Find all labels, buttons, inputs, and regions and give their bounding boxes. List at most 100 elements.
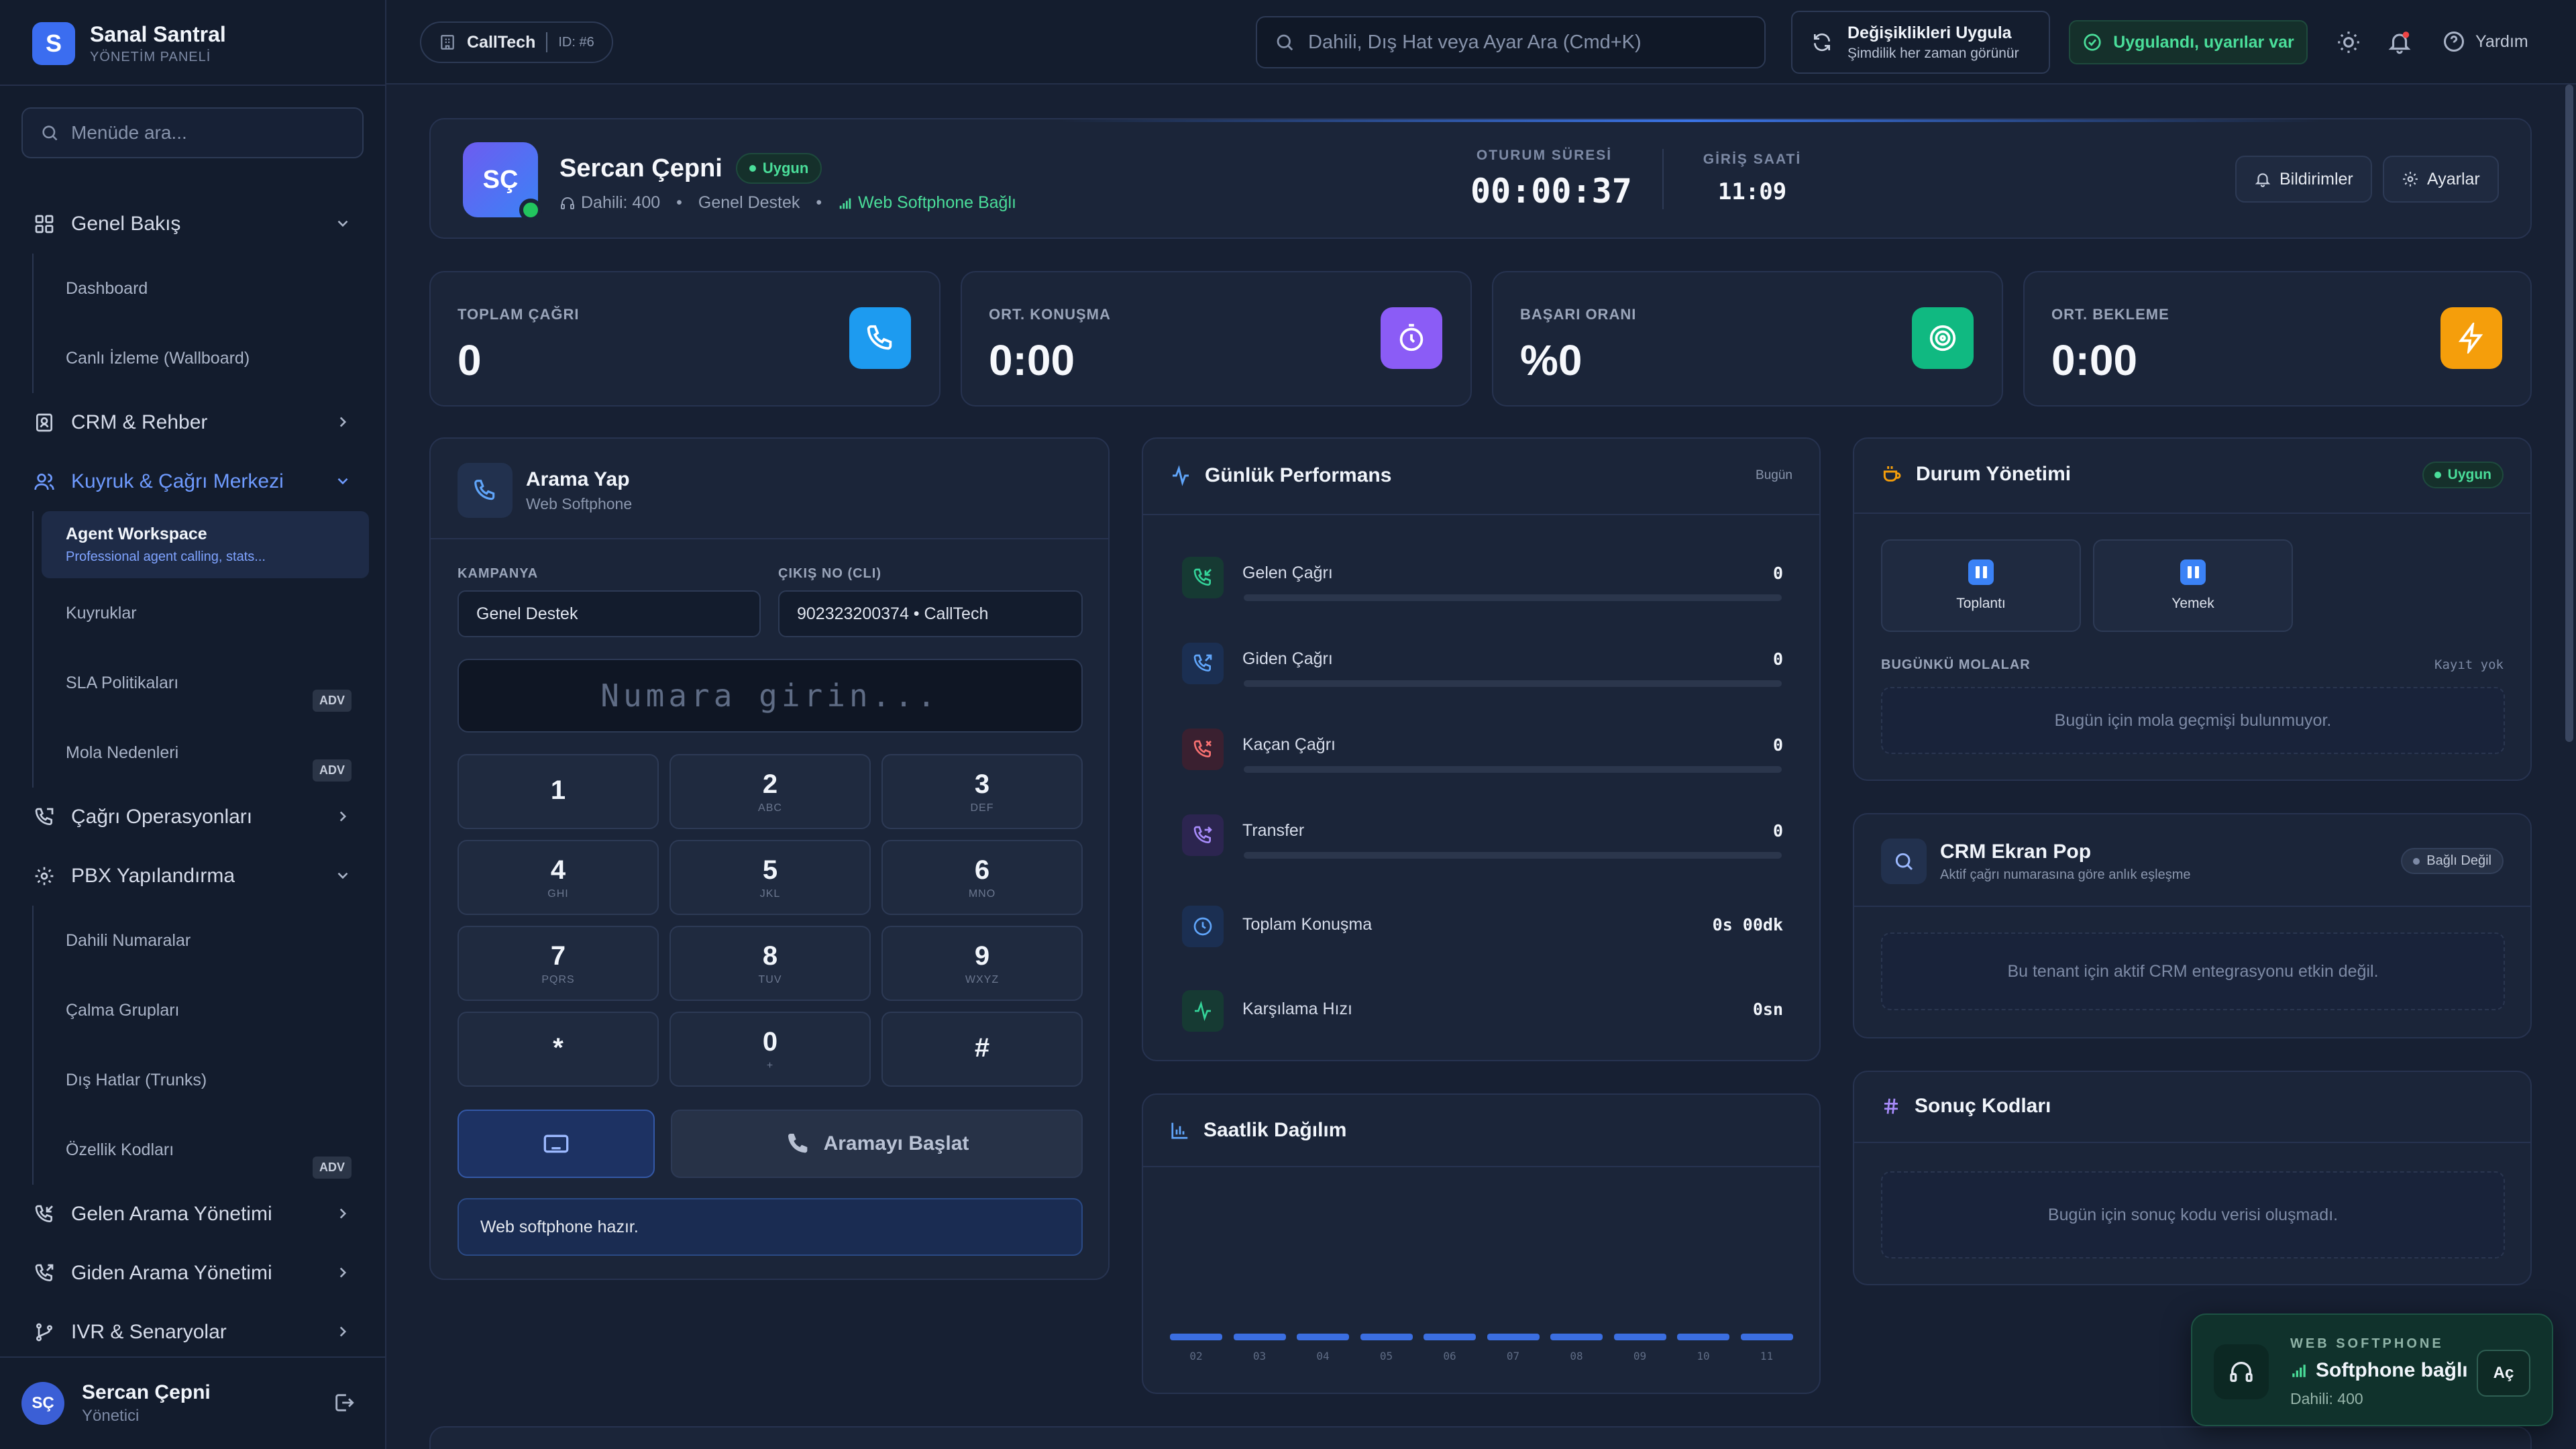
branch-icon [36, 1323, 52, 1342]
keypad-key[interactable]: 8 TUV [669, 926, 871, 1001]
chevron-right-icon [339, 1326, 347, 1337]
cli-select[interactable]: 902323200374 • CallTech [778, 590, 1083, 637]
softphone-status-text: Web Softphone Bağlı [858, 193, 1016, 212]
grid-icon [35, 215, 54, 233]
brand[interactable]: S Sanal Santral YÖNETİM PANELİ [32, 20, 226, 67]
bar-chart-icon [1171, 1122, 1188, 1139]
chevron-right-icon [339, 811, 347, 822]
agent-name-row: Sercan Çepni Uygun [559, 153, 822, 184]
nav-group-gelen-arama[interactable]: Gelen Arama Yönetimi [0, 1185, 386, 1244]
user-name: Sercan Çepni [82, 1381, 211, 1403]
keyboard-toggle-button[interactable] [458, 1110, 655, 1178]
keypad-key[interactable]: # [881, 1012, 1083, 1087]
keypad-letters: TUV [758, 973, 782, 985]
sidebar-item-ozellik-kodlari[interactable]: Özellik Kodları ADV [34, 1115, 386, 1185]
scrollbar[interactable] [2565, 85, 2573, 742]
perf-value: 0 [1772, 821, 1783, 841]
sidebar-item-mola-nedenleri[interactable]: Mola Nedenleri ADV [34, 718, 386, 788]
open-softphone-button[interactable]: Aç [2477, 1350, 2530, 1397]
sidebar-item-label: Kuyruklar [66, 603, 137, 623]
stat-card-avg-wait: ORT. BEKLEME 0:00 [2023, 271, 2532, 407]
keypad-key[interactable]: * [458, 1012, 659, 1087]
sidebar-item-calma-gruplari[interactable]: Çalma Grupları [34, 975, 386, 1045]
sun-icon[interactable] [2336, 30, 2361, 55]
sidebar-item-agent-workspace[interactable]: Agent Workspace Professional agent calli… [42, 511, 369, 578]
sidebar-item-label: Özellik Kodları [66, 1140, 174, 1159]
keypad-key[interactable]: 9 WXYZ [881, 926, 1083, 1001]
nav-group-genel-bakis[interactable]: Genel Bakış [0, 195, 386, 254]
keypad-digit: # [974, 1032, 990, 1063]
nav-group-giden-arama[interactable]: Giden Arama Yönetimi [0, 1244, 386, 1303]
perf-value: 0sn [1752, 1000, 1783, 1019]
keypad-key[interactable]: 2 ABC [669, 754, 871, 829]
hour-label: 09 [1633, 1350, 1647, 1362]
apply-status-text: Uygulandı, uyarılar var [2113, 32, 2294, 52]
break-button-yemek[interactable]: Yemek [2093, 539, 2293, 632]
keypad-key[interactable]: 0 + [669, 1012, 871, 1087]
perf-label: Toplam Konuşma [1242, 915, 1373, 934]
divider [1143, 514, 1819, 515]
divider [1662, 149, 1664, 209]
divider [431, 538, 1108, 539]
nav-group-cagri-operasyonlari[interactable]: Çağrı Operasyonları [0, 788, 386, 847]
keypad-key[interactable]: 6 MNO [881, 840, 1083, 915]
keypad-digit: 1 [550, 775, 566, 805]
hourly-bar [1360, 1334, 1413, 1340]
keypad-digit: 2 [762, 769, 778, 799]
search-icon [1881, 839, 1927, 884]
nav-group-ivr[interactable]: IVR & Senaryolar [0, 1303, 386, 1362]
agent-profile-card: SÇ Sercan Çepni Uygun Dahili: 400 • Gene… [429, 118, 2532, 239]
keypad-key[interactable]: 7 PQRS [458, 926, 659, 1001]
chevron-right-icon [339, 417, 347, 427]
keypad-key[interactable]: 4 GHI [458, 840, 659, 915]
tenant-name: CallTech [467, 32, 536, 52]
crm-screen-pop-card: CRM Ekran Pop Aktif çağrı numarasına gör… [1853, 813, 2532, 1038]
hour-label: 04 [1316, 1350, 1330, 1362]
number-input[interactable]: Numara girin... [458, 659, 1083, 733]
dialer-card: Arama Yap Web Softphone KAMPANYA Genel D… [429, 437, 1110, 1280]
softphone-kicker: WEB SOFTPHONE [2290, 1336, 2444, 1351]
nav-group-kuyruk[interactable]: Kuyruk & Çağrı Merkezi [0, 452, 386, 511]
tenant-selector[interactable]: CallTech ID: #6 [420, 21, 613, 63]
menu-search-input[interactable]: Menüde ara... [21, 107, 364, 158]
global-search-input[interactable]: Dahili, Dış Hat veya Ayar Ara (Cmd+K) [1256, 16, 1766, 68]
keypad-key[interactable]: 3 DEF [881, 754, 1083, 829]
break-button-toplanti[interactable]: Toplantı [1881, 539, 2081, 632]
keypad-key[interactable]: 1 [458, 754, 659, 829]
nav-group-pbx[interactable]: PBX Yapılandırma [0, 847, 386, 906]
notifications-button[interactable]: Bildirimler [2235, 156, 2372, 203]
bell-icon[interactable] [2387, 30, 2412, 55]
sidebar-user[interactable]: SÇ Sercan Çepni Yönetici [0, 1356, 386, 1449]
hour-label: 03 [1252, 1350, 1267, 1362]
sonuc-title: Sonuç Kodları [1915, 1095, 2051, 1117]
sidebar: S Sanal Santral YÖNETİM PANELİ Menüde ar… [0, 0, 386, 1449]
softphone-widget[interactable]: WEB SOFTPHONE Softphone bağlı Dahili: 40… [2191, 1313, 2553, 1426]
campaign-select[interactable]: Genel Destek [458, 590, 761, 637]
sidebar-item-dis-hatlar[interactable]: Dış Hatlar (Trunks) [34, 1045, 386, 1115]
sidebar-item-label: Çalma Grupları [66, 1000, 180, 1020]
apply-changes-button[interactable]: Değişiklikleri Uygula Şimdilik her zaman… [1791, 11, 2050, 74]
sidebar-item-sla[interactable]: SLA Politikaları ADV [34, 648, 386, 718]
divider [546, 32, 548, 52]
sidebar-item-kuyruklar[interactable]: Kuyruklar [34, 578, 386, 648]
hour-label: 10 [1697, 1350, 1710, 1362]
settings-button[interactable]: Ayarlar [2383, 156, 2499, 203]
help-link[interactable]: Yardım [2442, 30, 2528, 54]
sidebar-item-dashboard[interactable]: Dashboard [34, 254, 386, 323]
start-call-label: Aramayı Başlat [823, 1132, 969, 1155]
keypad-key[interactable]: 5 JKL [669, 840, 871, 915]
target-icon [1912, 307, 1974, 369]
chevron-down-icon [337, 220, 348, 227]
hour-label: 11 [1760, 1350, 1774, 1362]
meta-dot: • [816, 193, 822, 212]
hourly-bar [1170, 1334, 1222, 1340]
search-icon [42, 125, 58, 141]
crm-status-label: Bağlı Değil [2426, 853, 2491, 868]
logout-icon[interactable] [333, 1391, 356, 1414]
dialer-title: Arama Yap [526, 468, 630, 490]
sidebar-item-dahili-numaralar[interactable]: Dahili Numaralar [34, 906, 386, 975]
start-call-button[interactable]: Aramayı Başlat [671, 1110, 1083, 1178]
sidebar-item-wallboard[interactable]: Canlı İzleme (Wallboard) [34, 323, 386, 393]
nav-group-crm[interactable]: CRM & Rehber [0, 393, 386, 452]
keypad-letters: DEF [970, 802, 994, 814]
